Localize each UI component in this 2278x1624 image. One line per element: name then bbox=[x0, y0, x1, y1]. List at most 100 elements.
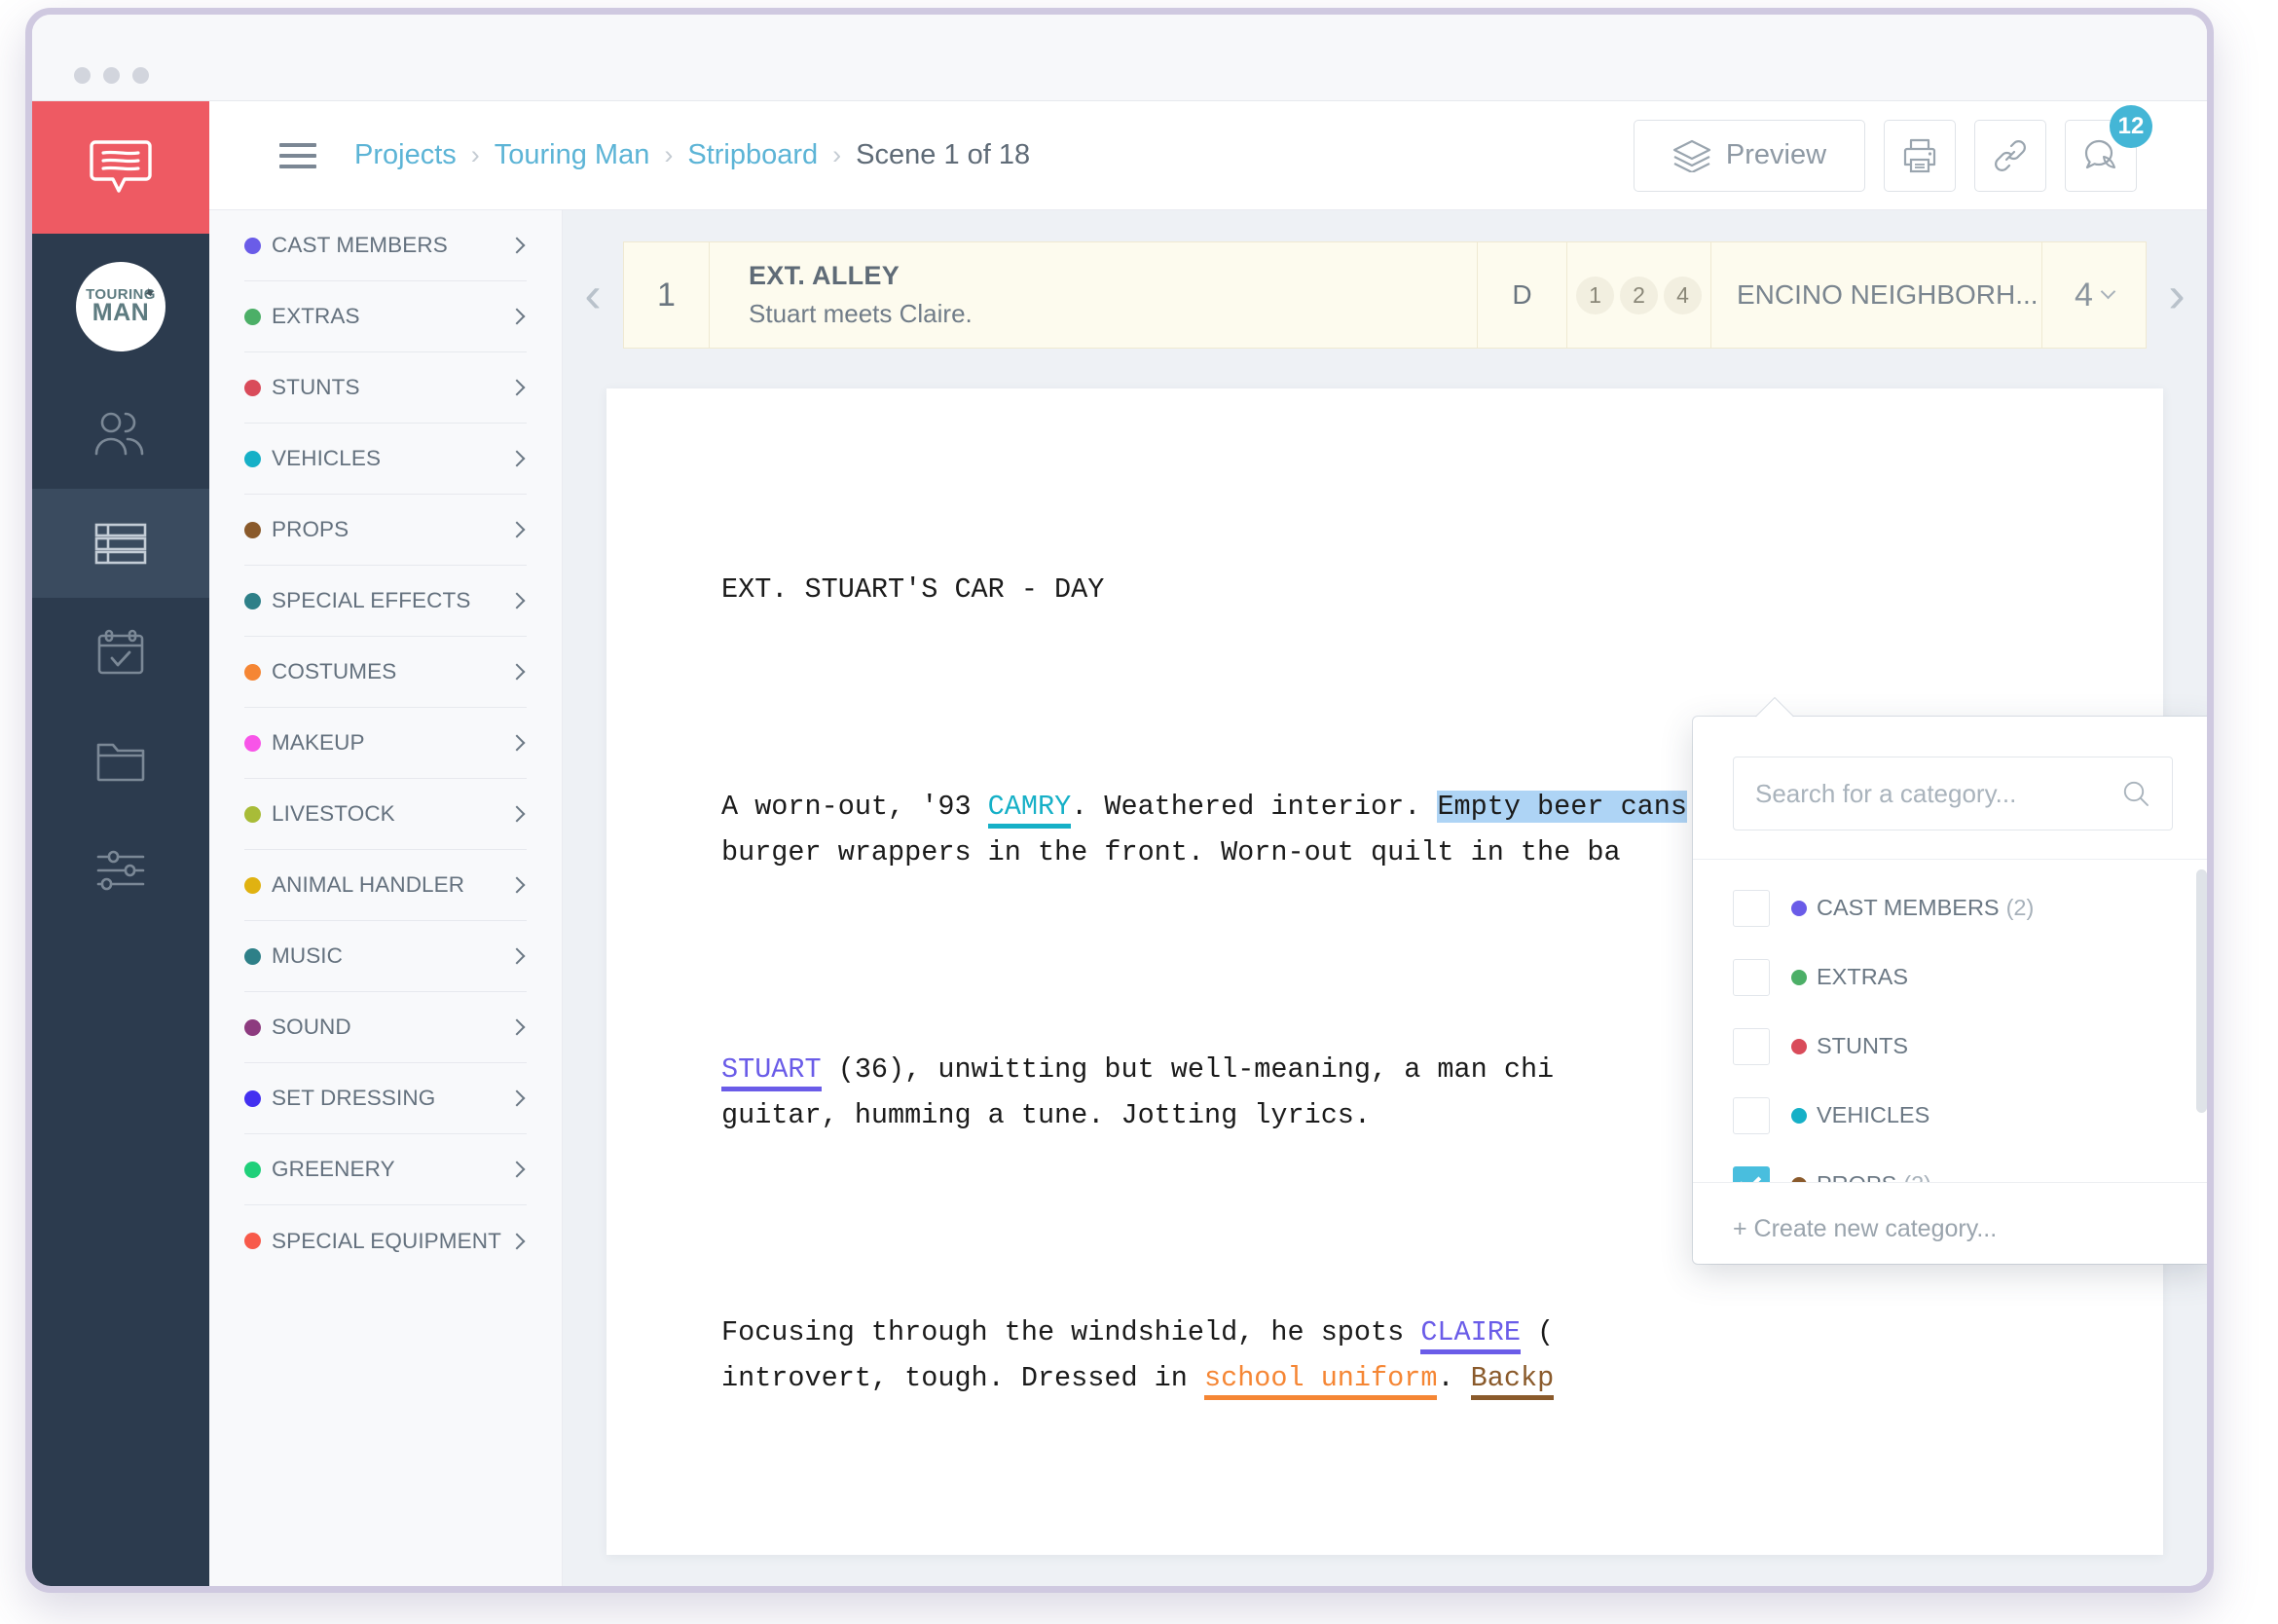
layers-icon bbox=[1672, 139, 1711, 172]
sidebar-item-files[interactable] bbox=[32, 707, 209, 816]
color-dot bbox=[244, 1018, 261, 1036]
color-dot bbox=[244, 947, 261, 965]
category-option-vehicles[interactable]: VEHICLES bbox=[1693, 1081, 2207, 1150]
chevron-right-icon bbox=[508, 1161, 526, 1178]
color-dot bbox=[1791, 1107, 1807, 1124]
chevron-right-icon bbox=[508, 734, 526, 752]
sidebar-item-makeup[interactable]: MAKEUP bbox=[244, 708, 527, 779]
window-maximize-dot[interactable] bbox=[132, 67, 149, 84]
chevron-right-icon bbox=[508, 1233, 526, 1249]
sidebar-item-animal-handler[interactable]: ANIMAL HANDLER bbox=[244, 850, 527, 921]
sidebar-item-cast-members[interactable]: CAST MEMBERS bbox=[244, 210, 527, 281]
color-dot bbox=[244, 379, 261, 396]
color-dot bbox=[1791, 1038, 1807, 1054]
category-label: MAKEUP bbox=[272, 730, 365, 755]
checkbox[interactable] bbox=[1733, 958, 1770, 996]
sidebar-item-greenery[interactable]: GREENERY bbox=[244, 1134, 527, 1205]
scene-number: 1 bbox=[624, 242, 710, 348]
speech-bubble-logo-icon bbox=[90, 140, 152, 193]
scene-synopsis: Stuart meets Claire. bbox=[749, 299, 973, 328]
breadcrumb-stripboard[interactable]: Stripboard bbox=[687, 139, 818, 171]
chevron-right-icon bbox=[508, 947, 526, 965]
category-label: CAST MEMBERS bbox=[272, 233, 448, 257]
tag-stuart[interactable]: STUART bbox=[721, 1052, 822, 1091]
category-option-extras[interactable]: EXTRAS bbox=[1693, 942, 2207, 1012]
printer-icon bbox=[1903, 138, 1936, 172]
scene-strip[interactable]: 1 EXT. ALLEY Stuart meets Claire. D 1 2 … bbox=[623, 241, 2147, 349]
sidebar-item-settings[interactable] bbox=[32, 816, 209, 925]
scene-page-count[interactable]: 4 bbox=[2042, 242, 2146, 348]
sidebar-item-livestock[interactable]: LIVESTOCK bbox=[244, 779, 527, 850]
checkbox[interactable] bbox=[1733, 889, 1770, 927]
category-search[interactable] bbox=[1733, 757, 2173, 830]
category-label: GREENERY bbox=[272, 1157, 395, 1181]
app-logo[interactable] bbox=[32, 101, 209, 234]
tag-camry[interactable]: CAMRY bbox=[987, 790, 1072, 829]
avatar-line2: MAN bbox=[92, 299, 150, 327]
sidebar-item-music[interactable]: MUSIC bbox=[244, 921, 527, 992]
next-scene-button[interactable]: › bbox=[2147, 241, 2207, 349]
tag-backpack[interactable]: Backp bbox=[1470, 1362, 1555, 1401]
screenshot-root: TOURING MAN ✦ Projects › Touring Man › S… bbox=[0, 0, 2278, 1624]
chevron-right-icon bbox=[508, 521, 526, 538]
scene-slugline-cell: EXT. ALLEY Stuart meets Claire. bbox=[710, 242, 1478, 348]
category-option-props[interactable]: PROPS (2) bbox=[1693, 1150, 2207, 1182]
sidebar-item-people[interactable] bbox=[32, 380, 209, 489]
breadcrumb-projects[interactable]: Projects bbox=[354, 139, 457, 171]
sidebar-item-stunts[interactable]: STUNTS bbox=[244, 352, 527, 424]
category-sidebar[interactable]: CAST MEMBERS EXTRAS STUNTS VEHICLES PROP bbox=[209, 210, 563, 1586]
category-option-count: (2) bbox=[2005, 895, 2035, 920]
hamburger-icon[interactable] bbox=[279, 142, 316, 168]
text: burger wrappers in the front. Worn-out q… bbox=[721, 836, 1621, 869]
checkbox[interactable] bbox=[1733, 1027, 1770, 1065]
sidebar-item-vehicles[interactable]: VEHICLES bbox=[244, 424, 527, 495]
selected-text[interactable]: Empty beer cans bbox=[1437, 790, 1687, 823]
scene-slugline: EXT. ALLEY bbox=[749, 261, 900, 290]
print-button[interactable] bbox=[1884, 119, 1956, 192]
popup-scrollbar[interactable] bbox=[2196, 869, 2207, 1113]
sidebar-item-costumes[interactable]: COSTUMES bbox=[244, 637, 527, 708]
category-label: COSTUMES bbox=[272, 659, 397, 683]
checkbox[interactable] bbox=[1733, 1096, 1770, 1134]
chevron-right-icon bbox=[508, 592, 526, 609]
category-option-label: PROPS bbox=[1817, 1171, 1896, 1182]
prev-scene-button[interactable]: ‹ bbox=[563, 241, 623, 349]
search-icon[interactable] bbox=[2121, 779, 2150, 808]
color-dot bbox=[244, 308, 261, 325]
category-option-cast-members[interactable]: CAST MEMBERS (2) bbox=[1693, 873, 2207, 942]
top-header: Projects › Touring Man › Stripboard › Sc… bbox=[209, 101, 2207, 210]
window-close-dot[interactable] bbox=[74, 67, 91, 84]
color-dot bbox=[1791, 969, 1807, 985]
sidebar-item-special-equipment[interactable]: SPECIAL EQUIPMENT bbox=[244, 1205, 527, 1276]
sidebar-item-special-effects[interactable]: SPECIAL EFFECTS bbox=[244, 566, 527, 637]
color-dot bbox=[244, 876, 261, 894]
create-new-category-button[interactable]: + Create new category... bbox=[1693, 1182, 2207, 1274]
color-dot bbox=[244, 1161, 261, 1178]
breadcrumb: Projects › Touring Man › Stripboard › Sc… bbox=[354, 139, 1030, 171]
search-input[interactable] bbox=[1755, 778, 2121, 809]
copy-link-button[interactable] bbox=[1974, 119, 2046, 192]
project-avatar-wrap[interactable]: TOURING MAN ✦ bbox=[32, 234, 209, 380]
checkbox-checked[interactable] bbox=[1733, 1165, 1770, 1182]
tag-claire[interactable]: CLAIRE bbox=[1420, 1315, 1521, 1354]
color-dot bbox=[244, 1233, 261, 1249]
category-option-stunts[interactable]: STUNTS bbox=[1693, 1012, 2207, 1081]
color-dot bbox=[1791, 1176, 1807, 1182]
sidebar-item-stripboard[interactable] bbox=[32, 489, 209, 598]
window-minimize-dot[interactable] bbox=[103, 67, 120, 84]
preview-button[interactable]: Preview bbox=[1634, 119, 1865, 192]
tag-school-uniform[interactable]: school uniform bbox=[1203, 1362, 1438, 1401]
sidebar-item-props[interactable]: PROPS bbox=[244, 495, 527, 566]
category-option-list[interactable]: CAST MEMBERS (2) EXTRAS STUNTS VEHICLES bbox=[1693, 859, 2207, 1182]
text: . Weathered interior. bbox=[1071, 790, 1438, 823]
scene-strip-wrap: ‹ 1 EXT. ALLEY Stuart meets Claire. D 1 … bbox=[563, 210, 2207, 349]
breadcrumb-touring-man[interactable]: Touring Man bbox=[495, 139, 650, 171]
sidebar-item-extras[interactable]: EXTRAS bbox=[244, 281, 527, 352]
sidebar-item-set-dressing[interactable]: SET DRESSING bbox=[244, 1063, 527, 1134]
sidebar-item-schedule[interactable] bbox=[32, 598, 209, 707]
breadcrumb-separator: › bbox=[664, 140, 674, 169]
chevron-right-icon bbox=[508, 237, 526, 254]
cast-number: 4 bbox=[1664, 276, 1702, 314]
comments-button[interactable]: 12 bbox=[2065, 104, 2152, 192]
sidebar-item-sound[interactable]: SOUND bbox=[244, 992, 527, 1063]
